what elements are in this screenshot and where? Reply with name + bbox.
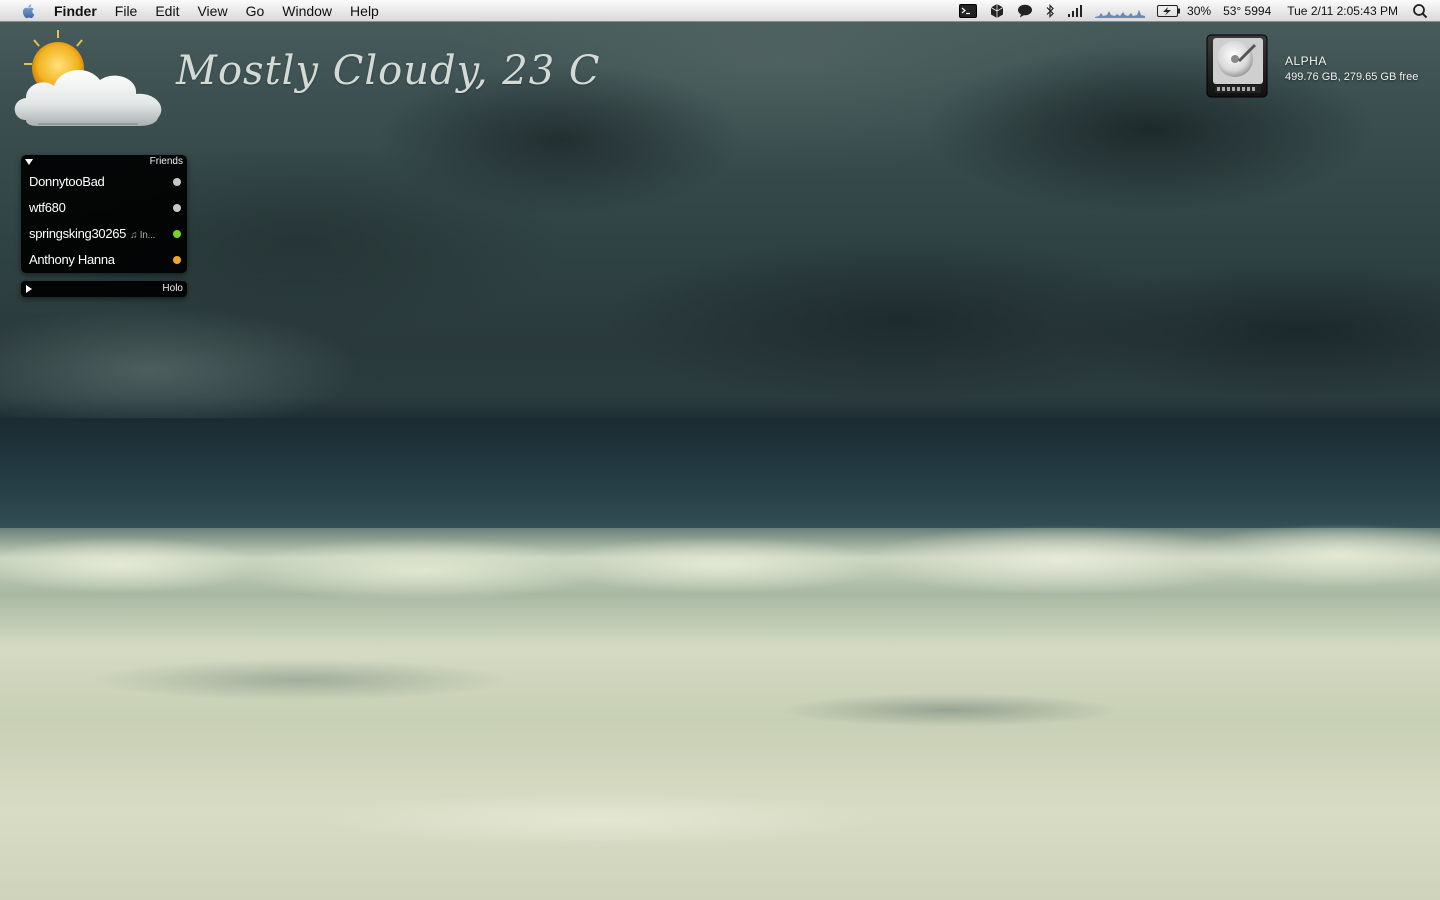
menu-go[interactable]: Go: [238, 0, 275, 22]
temperature-readout[interactable]: 53° 5994: [1223, 4, 1271, 18]
disclosure-triangle-open-icon[interactable]: [25, 159, 33, 165]
terminal-icon[interactable]: [959, 0, 978, 22]
buddy-list-friends: Friends DonnytooBad wtf680 springsking30…: [21, 155, 187, 273]
cpu-activity-graph-icon[interactable]: [1095, 0, 1146, 22]
menu-bar-left: Finder File Edit View Go Window Help: [0, 0, 389, 22]
holo-group-header[interactable]: Holo: [21, 281, 187, 297]
buddy-name: springsking30265: [29, 226, 127, 241]
menu-file[interactable]: File: [107, 0, 148, 22]
status-dot: [173, 230, 181, 238]
menu-bar: Finder File Edit View Go Window Help 30%…: [0, 0, 1440, 22]
bluetooth-icon[interactable]: [1045, 0, 1055, 22]
apple-icon[interactable]: [20, 2, 38, 20]
spotlight-search-icon[interactable]: [1412, 0, 1428, 22]
battery-charging-icon[interactable]: [1157, 0, 1181, 22]
menu-edit[interactable]: Edit: [147, 0, 189, 22]
status-dot: [173, 204, 181, 212]
sea-foam: [0, 620, 1440, 900]
status-dot: [173, 178, 181, 186]
drive-name: ALPHA: [1285, 54, 1327, 68]
dropbox-icon[interactable]: [989, 0, 1005, 22]
menu-view[interactable]: View: [189, 0, 237, 22]
buddy-row[interactable]: springsking30265 ♫ In...: [21, 221, 187, 247]
buddy-status-message: ♫ In...: [130, 230, 155, 241]
desktop-wallpaper: [0, 0, 1440, 900]
weather-condition-text: Mostly Cloudy, 23 C: [176, 48, 601, 94]
buddy-list-holo[interactable]: Holo: [21, 281, 187, 297]
menu-window[interactable]: Window: [274, 0, 342, 22]
buddy-name: DonnytooBad: [29, 174, 105, 189]
holo-group-title: Holo: [162, 283, 183, 294]
hard-drive-icon[interactable]: [1205, 33, 1271, 101]
battery-percent[interactable]: 30%: [1187, 4, 1211, 18]
wifi-signal-icon[interactable]: [1067, 0, 1083, 22]
buddy-name: Anthony Hanna: [29, 252, 115, 267]
drive-capacity-info: 499.76 GB, 279.65 GB free: [1285, 71, 1419, 83]
status-dot: [173, 256, 181, 264]
menu-help[interactable]: Help: [342, 0, 389, 22]
breaking-wave: [0, 515, 1440, 615]
disclosure-triangle-closed-icon[interactable]: [26, 285, 32, 293]
weather-partly-cloudy-icon: [14, 30, 162, 126]
chat-bubble-icon[interactable]: [1017, 0, 1033, 22]
buddy-row[interactable]: Anthony Hanna: [21, 247, 187, 273]
buddy-row[interactable]: wtf680: [21, 195, 187, 221]
menu-app-finder[interactable]: Finder: [50, 0, 107, 22]
friends-group-header[interactable]: Friends: [21, 155, 187, 169]
buddy-row[interactable]: DonnytooBad: [21, 169, 187, 195]
clock[interactable]: Tue 2/11 2:05:43 PM: [1287, 4, 1398, 18]
menu-bar-extras: 30% 53° 5994 Tue 2/11 2:05:43 PM: [953, 0, 1440, 22]
dark-sea: [0, 418, 1440, 528]
friends-group-title: Friends: [149, 156, 183, 167]
buddy-name: wtf680: [29, 200, 66, 215]
